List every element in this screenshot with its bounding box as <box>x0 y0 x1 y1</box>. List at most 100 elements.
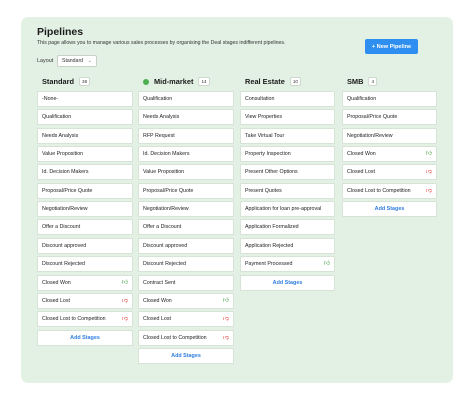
stage-label: Application Rejected <box>245 242 294 249</box>
thumbs-up-icon: 👍︎ <box>425 151 432 158</box>
stage-label: View Properties <box>245 114 282 121</box>
stage-item[interactable]: Closed Won 👍︎ <box>138 292 234 309</box>
stage-item[interactable]: Closed Lost 👎︎ <box>138 311 234 328</box>
stage-item[interactable]: Negotiation/Review <box>138 201 234 218</box>
stage-item[interactable]: Take Virtual Tour <box>240 127 335 144</box>
stage-item[interactable]: Id. Decision Makers <box>37 164 133 181</box>
stage-label: Discount Rejected <box>143 261 186 268</box>
thumbs-down-icon: 👎︎ <box>222 316 229 323</box>
thumbs-up-icon: 👍︎ <box>121 279 128 286</box>
stage-label: Present Quotes <box>245 187 282 194</box>
stage-item[interactable]: RFP Request <box>138 127 234 144</box>
stage-item[interactable]: Discount Rejected <box>138 256 234 273</box>
stage-label: Property Inspection <box>245 151 291 158</box>
stage-label: Discount approved <box>42 242 87 249</box>
stage-label: Offer a Discount <box>42 224 81 231</box>
stage-item[interactable]: Needs Analysis <box>37 127 133 144</box>
stage-label: Closed Won <box>347 151 376 158</box>
stage-item[interactable]: Offer a Discount <box>138 219 234 236</box>
thumbs-down-icon: 👎︎ <box>425 187 432 194</box>
stage-label: Value Proposition <box>143 169 185 176</box>
stage-item[interactable]: Closed Lost to Competition 👎︎ <box>37 311 133 328</box>
page-description: This page allows you to manage various s… <box>37 40 286 46</box>
stage-label: Closed Lost to Competition <box>347 187 411 194</box>
pipeline-name: Mid-market <box>154 77 194 86</box>
stage-item[interactable]: Id. Decision Makers <box>138 146 234 163</box>
pipeline-header-standard[interactable]: Standard 36 <box>42 77 91 86</box>
stage-item[interactable]: View Properties <box>240 109 335 126</box>
stage-item[interactable]: Closed Won 👍︎ <box>37 274 133 291</box>
stage-label: Discount Rejected <box>42 261 85 268</box>
stage-label: Negotiation/Review <box>347 132 393 139</box>
stage-label: Closed Lost <box>347 169 375 176</box>
add-stages-button[interactable]: Add Stages <box>342 201 437 218</box>
add-stages-button[interactable]: Add Stages <box>138 347 234 364</box>
stage-item[interactable]: Discount Rejected <box>37 256 133 273</box>
stage-label: Closed Won <box>143 297 172 304</box>
stage-item[interactable]: Consultation <box>240 91 335 107</box>
stage-item[interactable]: Closed Lost to Competition 👎︎ <box>342 182 437 199</box>
stage-item[interactable]: Value Proposition <box>37 146 133 163</box>
stage-item[interactable]: Value Proposition <box>138 164 234 181</box>
stage-label: Proposal/Price Quote <box>143 187 194 194</box>
stage-item[interactable]: Closed Won 👍︎ <box>342 146 437 163</box>
stage-item[interactable]: Contract Sent <box>138 274 234 291</box>
stage-count-badge: 14 <box>198 77 210 86</box>
active-pipeline-dot <box>143 78 149 85</box>
stage-item[interactable]: Proposal/Price Quote <box>138 182 234 199</box>
stage-item[interactable]: Negotiation/Review <box>342 127 437 144</box>
stage-label: Negotiation/Review <box>143 206 189 213</box>
pipeline-header-smb[interactable]: SMB 4 <box>347 77 377 86</box>
stage-item[interactable]: Qualification <box>37 109 133 126</box>
layout-select[interactable]: Standard ⌄ <box>57 55 97 67</box>
stage-item[interactable]: Application Formalized <box>240 219 335 236</box>
pipeline-name: SMB <box>347 77 364 86</box>
stage-item[interactable]: Property Inspection <box>240 146 335 163</box>
stage-item[interactable]: Needs Analysis <box>138 109 234 126</box>
stage-label: Present Other Options <box>245 169 298 176</box>
layout-select-value: Standard <box>62 58 84 64</box>
stage-item[interactable]: Present Other Options <box>240 164 335 181</box>
thumbs-up-icon: 👍︎ <box>323 261 330 268</box>
stage-label: Negotiation/Review <box>42 206 88 213</box>
stage-count-badge: 10 <box>289 77 301 86</box>
stage-item[interactable]: Closed Lost to Competition 👎︎ <box>138 329 234 346</box>
new-pipeline-button[interactable]: + New Pipeline <box>365 39 418 54</box>
stage-item[interactable]: Payment Processed 👍︎ <box>240 256 335 273</box>
stage-item[interactable]: Qualification <box>342 91 437 107</box>
stage-label: Closed Lost <box>143 316 171 323</box>
thumbs-up-icon: 👍︎ <box>222 297 229 304</box>
stage-label: Qualification <box>143 96 173 102</box>
layout-label: Layout <box>37 58 54 64</box>
stage-item[interactable]: Application for loan pre-approval <box>240 201 335 218</box>
chevron-down-icon: ⌄ <box>87 58 92 64</box>
stage-label: Closed Lost <box>42 297 70 304</box>
thumbs-down-icon: 👎︎ <box>425 169 432 176</box>
stage-label: RFP Request <box>143 132 175 139</box>
pipeline-header-real-estate[interactable]: Real Estate 10 <box>245 77 301 86</box>
stage-label: Needs Analysis <box>42 132 79 139</box>
stage-item[interactable]: Negotiation/Review <box>37 201 133 218</box>
thumbs-down-icon: 👎︎ <box>121 316 128 323</box>
stage-item[interactable]: Application Rejected <box>240 237 335 254</box>
stage-label: Value Proposition <box>42 151 84 158</box>
stage-item[interactable]: Present Quotes <box>240 182 335 199</box>
stage-item[interactable]: Discount approved <box>37 237 133 254</box>
pipelines-panel <box>21 17 453 383</box>
stage-item[interactable]: Qualification <box>138 91 234 107</box>
stage-item[interactable]: -None- <box>37 91 133 107</box>
stage-item[interactable]: Discount approved <box>138 237 234 254</box>
stage-label: Take Virtual Tour <box>245 132 285 139</box>
add-stages-button[interactable]: Add Stages <box>240 274 335 291</box>
pipeline-header-mid-market[interactable]: Mid-market 14 <box>143 77 210 86</box>
stage-label: Proposal/Price Quote <box>347 114 398 121</box>
thumbs-down-icon: 👎︎ <box>121 297 128 304</box>
stage-item[interactable]: Closed Lost 👎︎ <box>37 292 133 309</box>
stage-item[interactable]: Offer a Discount <box>37 219 133 236</box>
stage-item[interactable]: Proposal/Price Quote <box>342 109 437 126</box>
pipeline-name: Standard <box>42 77 75 86</box>
stage-item[interactable]: Proposal/Price Quote <box>37 182 133 199</box>
stage-item[interactable]: Closed Lost 👎︎ <box>342 164 437 181</box>
add-stages-button[interactable]: Add Stages <box>37 329 133 346</box>
stage-label: Closed Lost to Competition <box>42 316 106 323</box>
